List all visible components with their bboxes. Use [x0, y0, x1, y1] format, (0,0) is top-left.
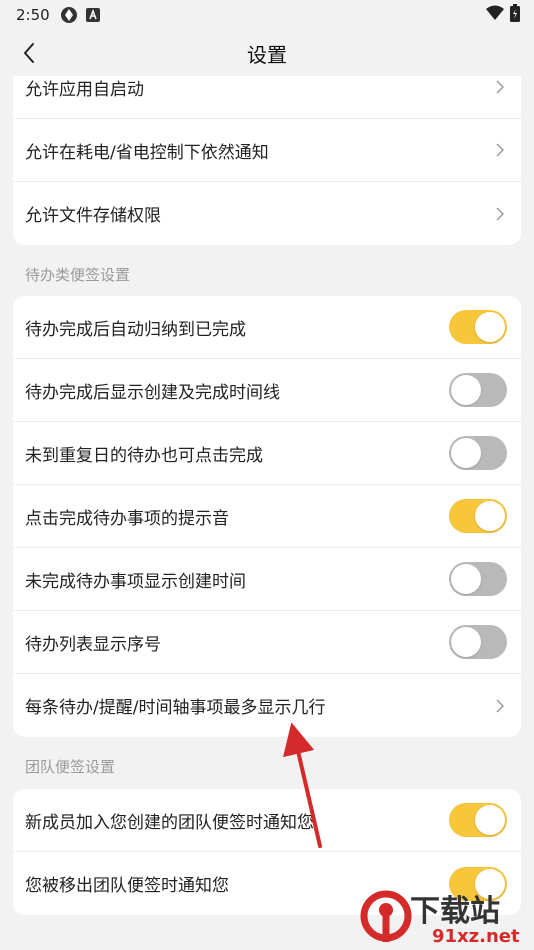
chevron-right-icon — [493, 141, 507, 159]
wifi-icon — [486, 5, 504, 25]
settings-content: 允许应用自启动 允许在耗电/省电控制下依然通知 允许文件存储权限 待办类便签设置… — [0, 76, 534, 950]
permission-row-autostart[interactable]: 允许应用自启动 — [13, 76, 521, 119]
watermark-url: 91xz.net — [432, 926, 520, 947]
chevron-right-icon — [493, 697, 507, 715]
row-label: 点击完成待办事项的提示音 — [25, 508, 229, 529]
toggle-knob — [451, 627, 481, 657]
chevron-right-icon — [493, 78, 507, 96]
row-label: 允许应用自启动 — [25, 79, 144, 100]
todo-row-repeat-complete: 未到重复日的待办也可点击完成 — [13, 422, 521, 485]
toggle-knob — [451, 375, 481, 405]
toggle-knob — [475, 501, 505, 531]
status-bar: 2:50 — [0, 0, 534, 30]
todo-row-max-lines[interactable]: 每条待办/提醒/时间轴事项最多显示几行 — [13, 674, 521, 737]
app-notification-icon — [60, 6, 78, 24]
toggle-knob — [475, 805, 505, 835]
row-label: 待办完成后显示创建及完成时间线 — [25, 382, 280, 403]
watermark-title: 下载站 — [410, 894, 500, 929]
row-label: 待办列表显示序号 — [25, 634, 161, 655]
back-button[interactable] — [14, 38, 44, 68]
row-label: 未到重复日的待办也可点击完成 — [25, 445, 263, 466]
chevron-right-icon — [493, 205, 507, 223]
toggle-knob — [451, 564, 481, 594]
team-row-member-join: 新成员加入您创建的团队便签时通知您 — [13, 789, 521, 852]
watermark-logo-icon — [360, 890, 412, 942]
row-label: 未完成待办事项显示创建时间 — [25, 571, 246, 592]
todo-row-created-time: 未完成待办事项显示创建时间 — [13, 548, 521, 611]
app-a-icon — [85, 8, 100, 22]
toggle-switch[interactable] — [449, 562, 507, 596]
toggle-knob — [475, 312, 505, 342]
todo-section-title: 待办类便签设置 — [25, 266, 131, 284]
permission-row-power-notify[interactable]: 允许在耗电/省电控制下依然通知 — [13, 119, 521, 182]
permission-row-storage[interactable]: 允许文件存储权限 — [13, 182, 521, 245]
chevron-left-icon — [24, 43, 34, 63]
todo-row-auto-archive: 待办完成后自动归纳到已完成 — [13, 296, 521, 359]
permissions-card: 允许应用自启动 允许在耗电/省电控制下依然通知 允许文件存储权限 — [13, 76, 521, 245]
toggle-switch[interactable] — [449, 310, 507, 344]
row-label: 允许在耗电/省电控制下依然通知 — [25, 142, 269, 163]
watermark: 下载站 91xz.net — [360, 886, 532, 948]
todo-row-serial-number: 待办列表显示序号 — [13, 611, 521, 674]
row-label: 待办完成后自动归纳到已完成 — [25, 319, 246, 340]
title-bar: 设置 — [0, 30, 534, 76]
toggle-switch[interactable] — [449, 436, 507, 470]
todo-row-timeline: 待办完成后显示创建及完成时间线 — [13, 359, 521, 422]
todo-row-sound: 点击完成待办事项的提示音 — [13, 485, 521, 548]
battery-icon — [510, 4, 520, 26]
row-label: 每条待办/提醒/时间轴事项最多显示几行 — [25, 698, 326, 718]
toggle-knob — [451, 438, 481, 468]
toggle-switch[interactable] — [449, 499, 507, 533]
row-label: 新成员加入您创建的团队便签时通知您 — [25, 812, 314, 833]
team-section-title: 团队便签设置 — [25, 758, 116, 776]
toggle-switch[interactable] — [449, 803, 507, 837]
toggle-switch[interactable] — [449, 625, 507, 659]
todo-settings-card: 待办完成后自动归纳到已完成 待办完成后显示创建及完成时间线 未到重复日的待办也可… — [13, 296, 521, 737]
row-label: 允许文件存储权限 — [25, 206, 161, 226]
page-title: 设置 — [247, 42, 287, 67]
toggle-switch[interactable] — [449, 373, 507, 407]
status-time: 2:50 — [16, 6, 50, 24]
